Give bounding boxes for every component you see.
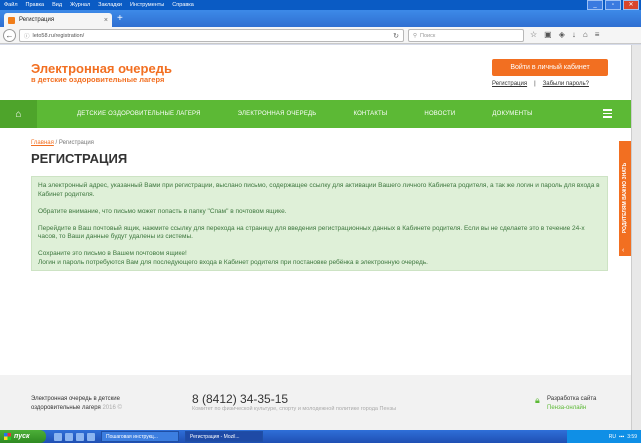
footer-committee-note: Комитет по физической культуре, спорту и… [192,406,397,412]
site-logo-subtitle[interactable]: в детские оздоровительные лагеря [31,75,164,84]
toolbar-icons: ☆ ▣ ◈ ↓ ⌂ ≡ [530,30,599,39]
link-separator: | [534,81,536,87]
nav-item-camps[interactable]: ДЕТСКИЕ ОЗДОРОВИТЕЛЬНЫЕ ЛАГЕРЯ [77,111,201,117]
header-links: Регистрация | Забыли пароль? [492,81,589,87]
favicon-icon [8,16,15,24]
quicklaunch-desktop-icon[interactable] [76,432,84,441]
pocket-icon[interactable]: ◈ [559,30,565,39]
forgot-password-link[interactable]: Забыли пароль? [543,81,589,87]
footer-developer: 🔒︎ Разработка сайта Пенза-онлайн [535,395,596,413]
search-placeholder: Поиск [420,32,436,39]
quick-launch [54,432,95,441]
quicklaunch-firefox-icon[interactable] [65,432,73,441]
main-nav: ⌂ ДЕТСКИЕ ОЗДОРОВИТЕЛЬНЫЕ ЛАГЕРЯ ЭЛЕКТРО… [0,100,631,128]
developer-logo-icon: 🔒︎ [535,395,540,405]
new-tab-button[interactable]: + [117,14,123,24]
quicklaunch-media-icon[interactable] [87,432,95,441]
login-button[interactable]: Войти в личный кабинет [492,59,608,76]
parents-info-side-tab[interactable]: РОДИТЕЛЯМ ВАЖНО ЗНАТЬ ‹ [619,141,631,256]
quicklaunch-ie-icon[interactable] [54,432,62,441]
breadcrumb: Главная / Регистрация [31,140,94,146]
reading-list-icon[interactable]: ▣ [544,30,552,39]
window-controls: _ ▫ ✕ [587,0,639,10]
success-message: На электронный адрес, указанный Вами при… [31,176,608,271]
page-scrollbar[interactable] [631,45,641,430]
menu-history[interactable]: Журнал [70,2,90,8]
menu-help[interactable]: Справка [172,2,194,8]
menu-bar: Файл Правка Вид Журнал Закладки Инструме… [0,0,641,10]
downloads-icon[interactable]: ↓ [572,30,576,39]
message-paragraph: На электронный адрес, указанный Вами при… [38,182,600,198]
chevron-left-icon: ‹ [622,247,625,254]
tab-title: Регистрация [19,17,55,23]
side-tab-label: РОДИТЕЛЯМ ВАЖНО ЗНАТЬ [622,162,628,234]
page-title: РЕГИСТРАЦИЯ [31,151,128,166]
message-paragraph: Логин и пароль потребуются Вам для после… [38,258,428,266]
menu-bookmarks[interactable]: Закладки [98,2,122,8]
menu-tools[interactable]: Инструменты [130,2,164,8]
register-link[interactable]: Регистрация [492,81,527,87]
home-nav-icon[interactable]: ⌂ [0,100,37,128]
message-paragraph: Обратите внимание, что письмо может попа… [38,207,287,215]
tab-strip: Регистрация × + [0,10,641,27]
windows-flag-icon [4,433,11,440]
developer-link[interactable]: Пенза-онлайн [547,404,596,413]
search-icon: ⚲ [413,32,418,39]
menu-file[interactable]: Файл [4,2,18,8]
reload-icon[interactable]: ↻ [393,32,399,40]
nav-menu-icon[interactable] [603,109,612,120]
message-paragraph: Перейдите в Ваш почтовый ящик, нажмите с… [38,224,585,241]
footer-year: 2016 © [102,405,122,411]
language-indicator[interactable]: RU [609,434,616,440]
navigation-toolbar: ← ⓘ leto58.ru/registration/ ↻ ⚲ Поиск ☆ … [0,27,641,44]
menu-view[interactable]: Вид [52,2,62,8]
info-icon: ⓘ [24,33,30,40]
site-logo-title[interactable]: Электронная очередь [31,61,172,76]
browser-tab[interactable]: Регистрация × [4,13,112,27]
nav-item-contacts[interactable]: КОНТАКТЫ [353,111,387,117]
taskbar: пуск Пошаговая инструкц... Регистрация -… [0,430,641,443]
footer-site-name: Электронная очередь в детские оздоровите… [31,396,122,411]
minimize-button[interactable]: _ [587,0,603,10]
nav-item-queue[interactable]: ЭЛЕКТРОННАЯ ОЧЕРЕДЬ [238,111,317,117]
system-tray: RU ▪▪▪ 3:59 [567,430,641,443]
close-tab-icon[interactable]: × [104,17,108,24]
search-bar[interactable]: ⚲ Поиск [408,29,524,42]
nav-item-news[interactable]: НОВОСТИ [424,111,455,117]
nav-item-documents[interactable]: ДОКУМЕНТЫ [492,111,532,117]
url-text: leto58.ru/registration/ [32,32,85,39]
web-page: Электронная очередь в детские оздоровите… [0,45,631,430]
breadcrumb-home-link[interactable]: Главная [31,140,54,146]
message-paragraph: Сохраните это письмо в Вашем почтовом ящ… [38,250,187,257]
close-window-button[interactable]: ✕ [623,0,639,10]
back-button[interactable]: ← [3,29,16,42]
start-button[interactable]: пуск [0,430,46,443]
maximize-button[interactable]: ▫ [605,0,621,10]
address-bar[interactable]: ⓘ leto58.ru/registration/ ↻ [19,29,404,42]
breadcrumb-current: / Регистрация [55,140,94,146]
site-footer: Электронная очередь в детские оздоровите… [0,375,631,430]
developer-label: Разработка сайта [547,396,597,402]
menu-edit[interactable]: Правка [26,2,45,8]
bookmark-star-icon[interactable]: ☆ [530,30,537,39]
footer-phone: 8 (8412) 34-35-15 [192,392,289,406]
tray-icons: ▪▪▪ [618,433,625,440]
taskbar-item-instructions[interactable]: Пошаговая инструкц... [101,431,179,442]
taskbar-item-firefox[interactable]: Регистрация - Mozil... [185,431,263,442]
clock: 3:59 [627,433,637,440]
home-icon[interactable]: ⌂ [583,30,588,39]
hamburger-menu-icon[interactable]: ≡ [595,30,600,39]
